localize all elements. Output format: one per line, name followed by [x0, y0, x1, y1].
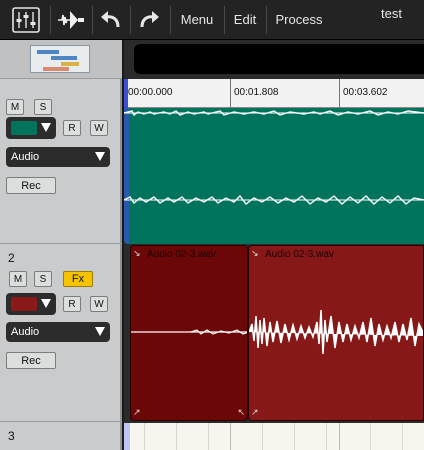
redo-button[interactable] — [134, 0, 164, 39]
write-automation-button[interactable]: W — [90, 120, 108, 136]
track-color-swatch — [11, 121, 37, 135]
mute-button[interactable]: M — [9, 271, 27, 287]
solo-button[interactable]: S — [34, 271, 52, 287]
read-automation-button[interactable]: R — [63, 120, 81, 136]
overview-bar[interactable] — [134, 44, 424, 74]
write-automation-button[interactable]: W — [90, 296, 108, 312]
track-3-lane[interactable] — [124, 423, 424, 450]
edit-label: Edit — [233, 12, 257, 27]
top-toolbar: Menu Edit Process test — [0, 0, 424, 40]
record-arm-button[interactable]: Rec — [6, 352, 56, 369]
arrange-view: 00:00.000 00:01.808 00:03.602 ↘ Audio 02… — [124, 40, 424, 450]
process-button[interactable]: Process — [268, 0, 330, 39]
waveform-tool-icon — [58, 10, 84, 29]
audio-clip[interactable]: ↘ Audio 02-3.wav ↗ ↖ — [130, 245, 248, 421]
ruler-time-label: 00:03.602 — [343, 87, 388, 98]
timeline-ruler[interactable]: 00:00.000 00:01.808 00:03.602 — [124, 79, 424, 108]
menu-label: Menu — [180, 12, 214, 27]
audio-clip[interactable]: ↘ Audio 02-3.wav ↗ — [248, 245, 424, 421]
undo-button[interactable] — [96, 0, 126, 39]
track-1-lane — [124, 108, 424, 244]
waveform — [124, 110, 424, 205]
menu-button[interactable]: Menu — [172, 0, 222, 39]
track-color-swatch — [11, 297, 37, 311]
track-color-selector[interactable] — [6, 293, 56, 315]
track-2-header: 2 M S Fx R W Audio Rec — [0, 245, 122, 422]
waveform-tool-button[interactable] — [54, 0, 88, 39]
ruler-time-label: 00:00.000 — [128, 87, 173, 98]
process-label: Process — [275, 12, 323, 27]
record-arm-button[interactable]: Rec — [6, 177, 56, 194]
track-2-lane: ↘ Audio 02-3.wav ↗ ↖ ↘ Audio 02-3.wav ↗ — [124, 245, 424, 422]
track-number: 2 — [8, 251, 15, 265]
ruler-time-label: 00:01.808 — [234, 87, 279, 98]
edit-button[interactable]: Edit — [226, 0, 264, 39]
chevron-down-icon — [41, 123, 51, 132]
waveform — [249, 309, 423, 355]
track-number: 3 — [8, 429, 15, 443]
redo-arrow-icon — [140, 10, 159, 27]
mixer-faders-icon — [12, 6, 40, 33]
track-color-selector[interactable] — [6, 117, 56, 139]
undo-arrow-icon — [101, 10, 120, 27]
song-overview-thumbnail[interactable] — [30, 45, 90, 73]
chevron-down-icon — [95, 152, 105, 161]
waveform — [131, 329, 247, 335]
read-automation-button[interactable]: R — [63, 296, 81, 312]
track-type-selector[interactable]: Audio — [6, 322, 110, 342]
chevron-down-icon — [41, 299, 51, 308]
track-1-header: M S R W Audio Rec — [0, 99, 122, 244]
solo-button[interactable]: S — [34, 99, 52, 115]
header-top-bar — [0, 40, 122, 79]
mixer-button[interactable] — [8, 0, 44, 39]
track-header-column: M S R W Audio Rec 2 M S Fx R W Audio Rec — [0, 40, 122, 450]
track-3-header: 3 — [0, 423, 122, 450]
fx-button[interactable]: Fx — [63, 271, 93, 287]
chevron-down-icon — [95, 327, 105, 336]
audio-clip[interactable] — [124, 108, 424, 244]
project-title: test — [381, 6, 402, 21]
track-type-label: Audio — [11, 326, 40, 338]
track-type-label: Audio — [11, 151, 40, 163]
track-type-selector[interactable]: Audio — [6, 147, 110, 167]
mute-button[interactable]: M — [6, 99, 24, 115]
